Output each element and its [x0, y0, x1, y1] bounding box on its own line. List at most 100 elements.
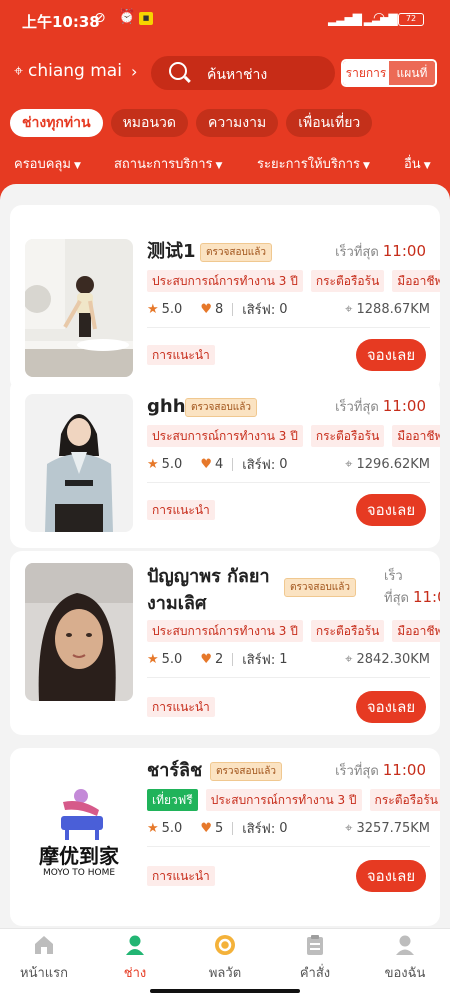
tag: มืออาชีพ	[392, 270, 440, 292]
list-view-button[interactable]: รายการ	[343, 61, 389, 85]
star-icon: ★	[147, 820, 159, 836]
book-now-button[interactable]: จองเลย	[356, 691, 426, 723]
category-tabs: ช่างทุกท่าน หมอนวด ความงาม เพื่อนเที่ยว	[10, 109, 373, 137]
earliest-time: เร็วที่สุด11:00	[335, 241, 426, 262]
provider-tags: ประสบการณ์การทำงาน 3 ปี กระตือรือร้น มือ…	[147, 620, 440, 642]
rating: 5.0	[161, 301, 183, 317]
tab-orders[interactable]: คำสั่ง	[280, 929, 350, 989]
dynamic-icon	[215, 935, 235, 955]
provider-tags: ประสบการณ์การทำงาน 3 ปี กระตือรือร้น มือ…	[147, 425, 440, 447]
earliest-time: เร็วที่สุด11:00	[335, 396, 426, 417]
filter-service-status-label: สถานะการบริการ	[114, 157, 213, 172]
category-tab-beauty[interactable]: ความงาม	[195, 109, 279, 137]
filter-service-range-label: ระยะการให้บริการ	[257, 157, 361, 172]
provider-card[interactable]: ปัญญาพร กัลยา งามเลิศ ตรวจสอบแล้ว เร็วที…	[10, 551, 440, 735]
caret-down-icon: ▼	[215, 161, 223, 171]
provider-photo: 摩优到家 MOYO TO HOME	[25, 758, 133, 896]
caret-down-icon: ▼	[73, 161, 81, 171]
recommend-tag: การแนะนำ	[147, 697, 215, 717]
tab-dynamic[interactable]: พลวัต	[190, 929, 260, 989]
status-bar: 上午10:38 ⊘ ⏰ ■ ▂▃▅▇ ▂▃▅▇ ◠ 72	[0, 0, 450, 40]
distance: ⌖ 1296.62KM	[345, 457, 430, 472]
provider-photo	[25, 563, 133, 701]
filter-service-status[interactable]: สถานะการบริการ ▼	[114, 153, 222, 174]
heart-icon: ♥	[200, 456, 212, 472]
filter-coverage[interactable]: ครอบคลุม ▼	[14, 153, 81, 174]
search-icon	[169, 62, 187, 80]
tab-mine-label: ของฉัน	[384, 966, 426, 981]
provider-card[interactable]: 摩优到家 MOYO TO HOME ชาร์ลิช ตรวจสอบแล้ว เร…	[10, 748, 440, 926]
home-icon	[35, 936, 53, 954]
served-label: เสิร์ฟ:	[242, 302, 276, 318]
alarm-icon: ⏰	[118, 9, 136, 25]
filter-bar: ครอบคลุม ▼ สถานะการบริการ ▼ ระยะการให้บริก…	[0, 153, 450, 173]
provider-name: ปัญญาพร กัลยา งามเลิศ	[147, 566, 270, 614]
tag: มืออาชีพ	[392, 620, 440, 642]
home-indicator[interactable]	[150, 989, 300, 993]
provider-stats: ★ 5.0 ♥ 2 เสิร์ฟ: 1 ⌖ 2842.30KM	[147, 648, 430, 670]
tag: ประสบการณ์การทำงาน 3 ปี	[147, 425, 303, 447]
filter-other[interactable]: อื่น ▼	[404, 153, 431, 174]
wifi-icon: ◠	[373, 10, 386, 26]
location-selector[interactable]: ⌖ chiang mai ›	[14, 61, 137, 81]
likes: 5	[215, 820, 224, 836]
tab-technicians[interactable]: ช่าง	[100, 929, 170, 989]
verified-badge: ตรวจสอบแล้ว	[200, 243, 272, 262]
book-now-button[interactable]: จองเลย	[356, 494, 426, 526]
map-view-button[interactable]: แผนที่	[389, 61, 435, 85]
tab-home[interactable]: หน้าแรก	[9, 929, 79, 989]
tag: กระตือรือร้น	[310, 620, 385, 642]
tag: มืออาชีพ	[392, 425, 440, 447]
earliest-time-value: 11:00	[382, 242, 426, 260]
provider-stats: ★ 5.0 ♥ 4 เสิร์ฟ: 0 ⌖ 1296.62KM	[147, 453, 430, 475]
provider-name: ghh	[147, 396, 186, 417]
served-count: 0	[279, 820, 288, 836]
provider-tags: ประสบการณ์การทำงาน 3 ปี กระตือรือร้น มือ…	[147, 270, 440, 292]
divider	[147, 327, 430, 328]
earliest-time: เร็วที่สุด11:00	[335, 760, 426, 781]
header: 上午10:38 ⊘ ⏰ ■ ▂▃▅▇ ▂▃▅▇ ◠ 72 ⌖ chiang ma…	[0, 0, 450, 200]
tag: ประสบการณ์การทำงาน 3 ปี	[205, 789, 362, 811]
brand-logo-text: 摩优到家	[39, 844, 119, 868]
heart-icon: ♥	[200, 820, 212, 836]
book-now-button[interactable]: จองเลย	[356, 339, 426, 371]
battery-icon: 72	[398, 13, 424, 26]
divider	[147, 677, 430, 678]
category-tab-companion[interactable]: เพื่อนเที่ยว	[286, 109, 373, 137]
clipboard-icon	[307, 935, 323, 955]
earliest-label: เร็วที่สุด	[335, 764, 379, 779]
tag: กระตือรือร้น	[310, 425, 385, 447]
star-icon: ★	[147, 301, 159, 317]
earliest-time-value: 11:00	[382, 397, 426, 415]
earliest-time: เร็วที่สุด11:00	[384, 567, 440, 609]
view-toggle[interactable]: รายการ แผนที่	[341, 59, 437, 87]
free-trip-badge: เที่ยวฟรี	[147, 789, 198, 811]
filter-service-range[interactable]: ระยะการให้บริการ ▼	[257, 153, 370, 174]
verified-badge: ตรวจสอบแล้ว	[284, 578, 356, 597]
star-icon: ★	[147, 456, 159, 472]
provider-card[interactable]: 测试1 ตรวจสอบแล้ว เร็วที่สุด 11:00 ประสบการ…	[10, 205, 440, 391]
caret-down-icon: ▼	[363, 161, 370, 171]
likes: 2	[215, 651, 224, 667]
divider	[232, 821, 234, 835]
provider-card[interactable]: ghh ตรวจสอบแล้ว เร็วที่สุด 11:00 ประสบการ…	[10, 378, 440, 548]
chevron-right-icon: ›	[130, 61, 138, 81]
distance-value: 3257.75KM	[356, 820, 431, 836]
search-box[interactable]: ค้นหาช่าง	[151, 56, 335, 90]
distance-value: 2842.30KM	[356, 651, 431, 667]
category-tab-massage[interactable]: หมอนวด	[110, 109, 188, 137]
provider-name: ชาร์ลิช	[147, 760, 203, 781]
divider	[147, 846, 430, 847]
heart-icon: ♥	[200, 651, 212, 667]
book-now-button[interactable]: จองเลย	[356, 860, 426, 892]
provider-stats: ★ 5.0 ♥ 5 เสิร์ฟ: 0 ⌖ 3257.75KM	[147, 817, 430, 839]
rating: 5.0	[161, 456, 183, 472]
user-icon	[396, 935, 414, 955]
category-tab-all[interactable]: ช่างทุกท่าน	[10, 109, 103, 137]
tag: ประสบการณ์การทำงาน 3 ปี	[147, 620, 303, 642]
tab-mine[interactable]: ของฉัน	[370, 929, 440, 989]
status-time: 上午10:38	[22, 13, 100, 31]
heart-icon: ♥	[200, 301, 212, 317]
mute-icon: ⊘	[94, 10, 106, 26]
location-pin-icon: ⌖	[14, 61, 24, 80]
